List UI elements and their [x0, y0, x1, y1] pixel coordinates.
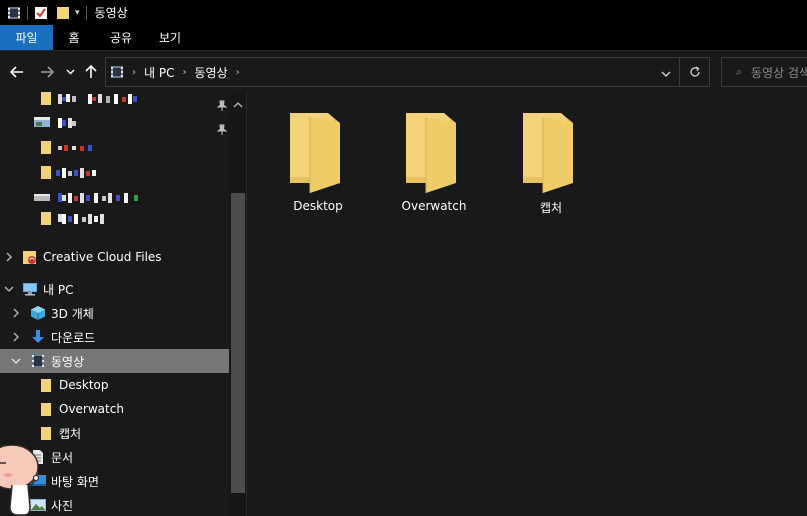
tab-share[interactable]: 공유: [95, 25, 147, 50]
quick-access-item[interactable]: [0, 135, 229, 159]
nav-videos-overwatch[interactable]: Overwatch: [0, 397, 229, 421]
properties-icon[interactable]: [34, 6, 48, 20]
chevron-down-icon[interactable]: [11, 356, 21, 366]
obscured-label: [58, 142, 98, 152]
nav-videos-capture[interactable]: 캡처: [0, 421, 229, 445]
tab-view[interactable]: 보기: [147, 25, 193, 50]
mascot-character-icon: [0, 445, 40, 516]
nav-3d-objects[interactable]: 3D 개체: [0, 301, 229, 325]
nav-label: Creative Cloud Files: [43, 250, 162, 264]
refresh-icon: [689, 66, 700, 77]
folder-icon: [38, 90, 54, 106]
picture-folder-icon: [34, 114, 50, 130]
navigation-pane: Creative Cloud Files 내 PC 3D 개체 다운로드 동영상…: [0, 92, 247, 516]
chevron-right-icon[interactable]: [11, 332, 21, 342]
chevron-down-icon[interactable]: [4, 284, 14, 294]
folder-icon: [38, 139, 54, 155]
creative-cloud-folder-icon: [22, 249, 38, 265]
nav-label: 내 PC: [43, 282, 74, 297]
nav-label: 다운로드: [51, 330, 96, 345]
forward-button[interactable]: [38, 63, 56, 81]
quick-access-dropdown-icon[interactable]: ▾: [75, 8, 80, 18]
breadcrumb-this-pc[interactable]: 내 PC: [144, 64, 174, 81]
folder-tile-capture[interactable]: 캡처: [496, 111, 606, 221]
folder-tile-label: Desktop: [293, 199, 343, 213]
video-folder-icon[interactable]: [7, 6, 21, 20]
large-folder-icon: [523, 113, 573, 193]
forward-arrow-icon: [41, 66, 54, 78]
ribbon-tabs: 파일 홈 공유 보기: [0, 25, 807, 51]
breadcrumb-chevron-icon[interactable]: ›: [236, 67, 240, 78]
search-icon: [736, 69, 741, 75]
folder-tile-overwatch[interactable]: Overwatch: [379, 111, 489, 221]
address-bar[interactable]: › 내 PC › 동영상 ›: [105, 57, 710, 87]
nav-label: 캡처: [59, 426, 82, 441]
folder-icon: [38, 210, 54, 226]
nav-label: 바탕 화면: [51, 474, 99, 489]
nav-label: 3D 개체: [51, 306, 94, 321]
pane-divider[interactable]: [246, 93, 247, 516]
nav-label: Desktop: [59, 378, 109, 392]
3d-objects-icon: [30, 305, 46, 321]
nav-this-pc[interactable]: 내 PC: [0, 277, 229, 301]
nav-label: 문서: [51, 450, 74, 465]
recent-locations-button[interactable]: [64, 63, 76, 81]
tab-file[interactable]: 파일: [0, 25, 53, 50]
title-bar: ▾ 동영상: [0, 0, 807, 25]
nav-videos[interactable]: 동영상: [0, 349, 229, 373]
file-list-view[interactable]: Desktop Overwatch 캡처: [248, 93, 807, 516]
obscured-label: [58, 213, 108, 224]
obscured-label: [58, 192, 142, 203]
video-location-icon: [110, 65, 124, 79]
large-folder-icon: [290, 113, 340, 193]
up-arrow-icon: [85, 65, 97, 78]
title-separator-2: [85, 5, 87, 20]
folder-icon: [38, 401, 54, 417]
window-title: 동영상: [94, 6, 128, 20]
search-placeholder: 동영상 검색: [750, 65, 807, 80]
video-folder-icon: [30, 353, 46, 369]
tab-home[interactable]: 홈: [53, 25, 95, 50]
quick-access-item[interactable]: [0, 206, 229, 230]
chevron-right-icon[interactable]: [4, 252, 14, 262]
nav-label: 동영상: [51, 354, 85, 369]
breadcrumb-videos[interactable]: 동영상: [194, 64, 227, 81]
large-folder-icon: [406, 113, 456, 193]
obscured-label: [58, 117, 78, 128]
obscured-label: [58, 93, 138, 104]
folder-icon: [38, 377, 54, 393]
nav-scrollbar-thumb[interactable]: [231, 193, 245, 493]
folder-tile-desktop[interactable]: Desktop: [263, 111, 373, 221]
chevron-right-icon[interactable]: [11, 308, 21, 318]
nav-creative-cloud-files[interactable]: Creative Cloud Files: [0, 245, 229, 269]
quick-access-item[interactable]: [0, 86, 229, 110]
nav-label: 사진: [51, 498, 74, 513]
folder-icon: [38, 425, 54, 441]
download-arrow-icon: [30, 329, 46, 345]
search-box[interactable]: 동영상 검색: [721, 57, 807, 87]
chevron-down-icon: [65, 69, 75, 75]
breadcrumb-chevron-icon[interactable]: ›: [182, 67, 186, 78]
quick-access-item[interactable]: [0, 160, 229, 184]
refresh-button[interactable]: [679, 58, 709, 86]
folder-icon: [38, 164, 54, 180]
folder-tile-label: 캡처: [539, 201, 563, 215]
new-folder-icon[interactable]: [56, 6, 70, 20]
computer-icon: [22, 281, 38, 297]
folder-tile-label: Overwatch: [401, 199, 467, 213]
nav-videos-desktop[interactable]: Desktop: [0, 373, 229, 397]
scroll-up-icon[interactable]: [233, 99, 243, 109]
chevron-down-icon: [661, 71, 671, 77]
title-separator: [27, 5, 28, 20]
quick-access-item[interactable]: [0, 110, 229, 134]
up-button[interactable]: [83, 63, 99, 81]
back-arrow-icon: [10, 66, 23, 78]
breadcrumb-chevron-icon[interactable]: ›: [132, 67, 136, 78]
obscured-label: [56, 167, 98, 178]
nav-downloads[interactable]: 다운로드: [0, 325, 229, 349]
drive-icon: [34, 189, 50, 205]
address-dropdown-button[interactable]: [661, 67, 671, 81]
back-button[interactable]: [8, 63, 26, 81]
nav-label: Overwatch: [59, 402, 124, 416]
